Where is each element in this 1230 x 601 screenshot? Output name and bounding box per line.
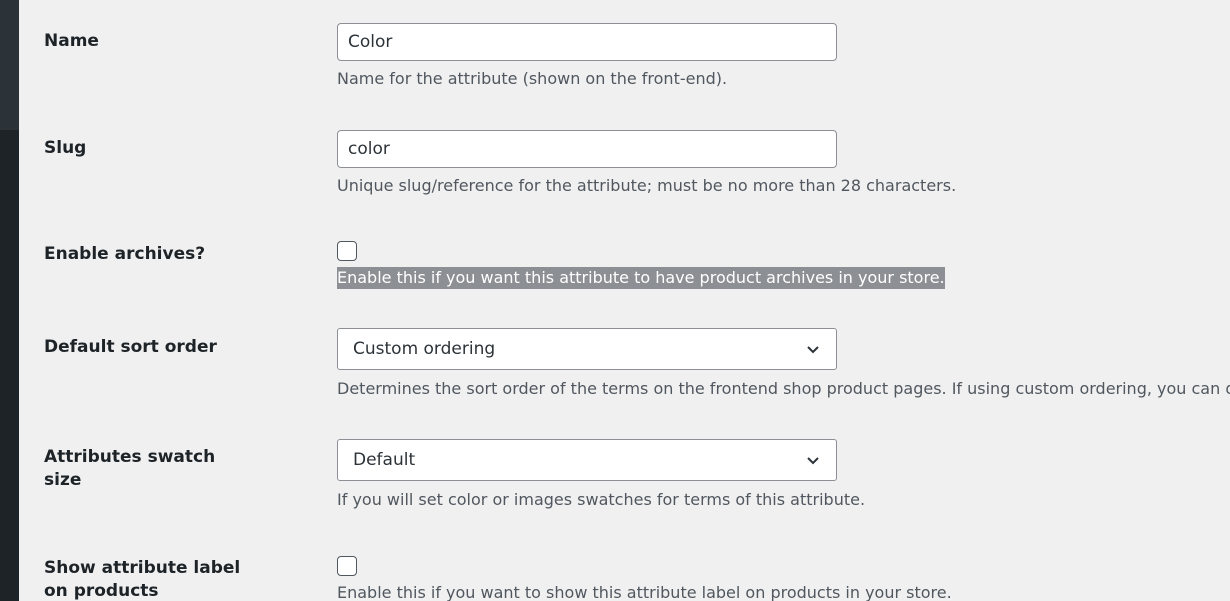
name-input[interactable]: [337, 23, 837, 61]
slug-field-wrapper: [337, 130, 837, 168]
slug-input[interactable]: [337, 130, 837, 168]
attribute-edit-form: Name Name for the attribute (shown on th…: [19, 0, 1230, 601]
enable-archives-description: Enable this if you want this attribute t…: [337, 267, 945, 289]
swatch-size-description: If you will set color or images swatches…: [337, 490, 866, 509]
show-label-description: Enable this if you want to show this att…: [337, 583, 952, 601]
slug-label: Slug: [44, 138, 87, 158]
swatch-size-field-wrapper: Default: [337, 439, 837, 481]
swatch-size-select[interactable]: Default: [337, 439, 837, 481]
name-description: Name for the attribute (shown on the fro…: [337, 69, 728, 88]
slug-description: Unique slug/reference for the attribute;…: [337, 176, 957, 195]
show-label-field-wrapper: [337, 556, 357, 576]
default-sort-order-field-wrapper: Custom ordering: [337, 328, 837, 370]
admin-sidebar: [0, 0, 19, 601]
show-label-checkbox[interactable]: [337, 556, 357, 576]
name-field-wrapper: [337, 23, 837, 61]
default-sort-order-label: Default sort order: [44, 337, 217, 357]
enable-archives-checkbox[interactable]: [337, 241, 357, 261]
enable-archives-label: Enable archives?: [44, 244, 206, 264]
default-sort-order-description: Determines the sort order of the terms o…: [337, 379, 1230, 398]
name-label: Name: [44, 31, 99, 51]
chevron-down-icon: [805, 341, 821, 357]
swatch-size-value: Default: [353, 450, 416, 470]
default-sort-order-value: Custom ordering: [353, 339, 496, 359]
show-label-label: Show attribute label on products: [44, 558, 241, 601]
default-sort-order-select[interactable]: Custom ordering: [337, 328, 837, 370]
swatch-size-label: Attributes swatch size: [44, 447, 216, 490]
chevron-down-icon: [805, 452, 821, 468]
admin-sidebar-active-item[interactable]: [0, 0, 19, 130]
enable-archives-field-wrapper: [337, 241, 357, 261]
